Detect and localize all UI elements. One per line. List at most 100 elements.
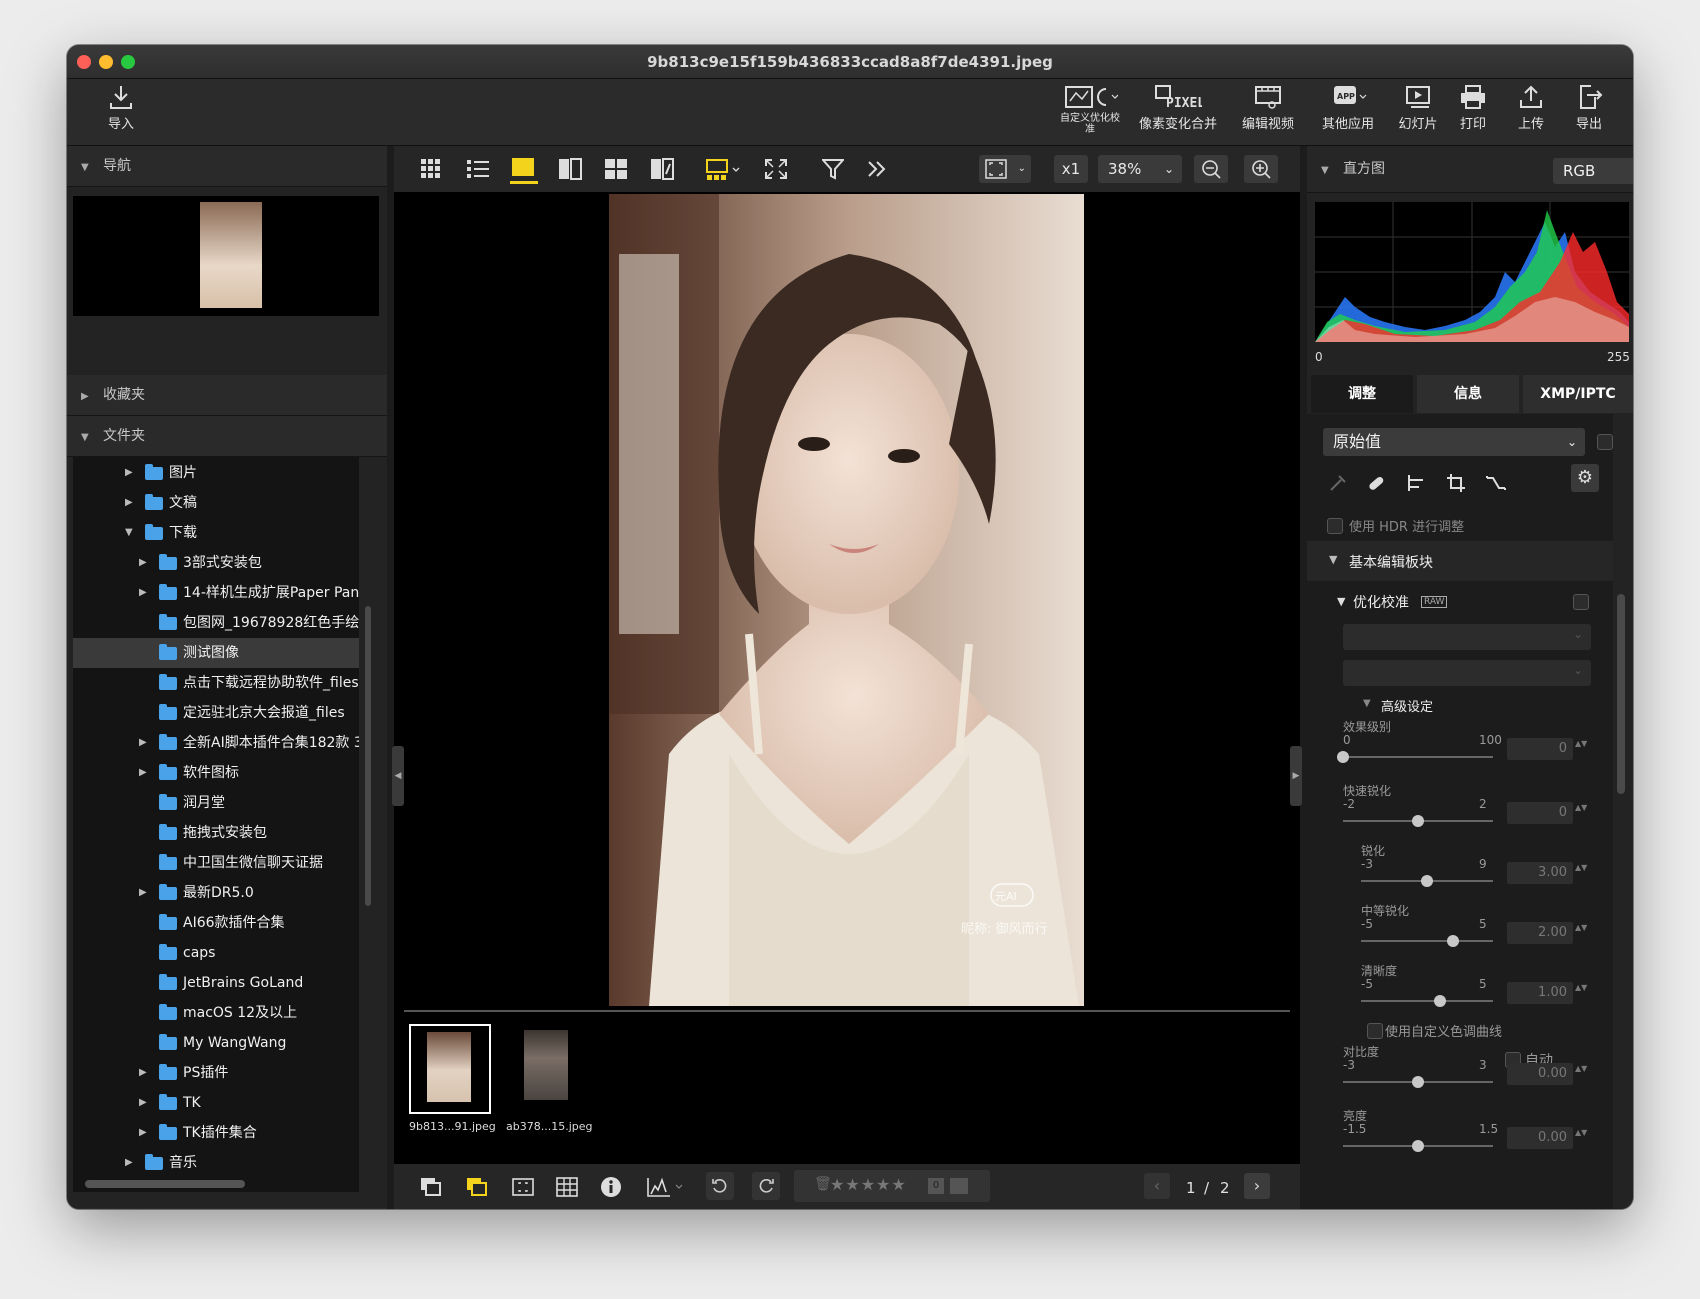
before-after-view-icon[interactable] — [650, 158, 674, 180]
albums-header[interactable]: ▶相册 + — [67, 1208, 387, 1209]
other-apps-button[interactable]: APP 其他应用 — [1315, 83, 1381, 132]
expand-arrow-icon[interactable]: ▶ — [125, 458, 133, 488]
folder-item[interactable]: ▶ 全新AI脚本插件合集182款 3 — [73, 728, 359, 758]
stepper-arrows-icon[interactable]: ▲▼ — [1575, 738, 1587, 760]
film-thumb-2[interactable] — [506, 1024, 584, 1110]
stack-selected-icon[interactable] — [466, 1177, 488, 1197]
film-thumb-1[interactable] — [409, 1024, 491, 1114]
folder-item[interactable]: ▶ TK插件集合 — [73, 1118, 359, 1148]
folder-item[interactable]: macOS 12及以上 — [73, 998, 359, 1028]
settings-gear-icon[interactable]: ⚙ — [1571, 464, 1599, 492]
print-button[interactable]: 打印 — [1453, 83, 1493, 132]
stepper-arrows-icon[interactable]: ▲▼ — [1575, 922, 1587, 944]
crop-icon[interactable] — [1445, 472, 1467, 494]
tab-info[interactable]: 信息 — [1417, 375, 1519, 413]
expand-arrow-icon[interactable]: ▶ — [125, 1148, 133, 1178]
info-icon[interactable] — [600, 1176, 622, 1198]
folder-item[interactable]: 测试图像 — [73, 638, 359, 668]
navigation-preview[interactable] — [73, 196, 379, 316]
folder-item[interactable]: 包图网_19678928红色手绘Ε — [73, 608, 359, 638]
zoom-level-dropdown[interactable]: 38% ⌄ — [1098, 155, 1182, 183]
slider-knob[interactable] — [1412, 1140, 1424, 1152]
slider-value-field[interactable]: 0 — [1507, 802, 1573, 824]
rotate-right-button[interactable] — [752, 1172, 780, 1200]
hdr-checkbox[interactable] — [1327, 518, 1343, 534]
label-icon[interactable]: 0 — [928, 1178, 944, 1194]
folder-item[interactable]: 润月堂 — [73, 788, 359, 818]
folder-scrollbar[interactable] — [365, 606, 371, 906]
picture-control-dropdown-2[interactable]: ⌄ — [1343, 660, 1591, 686]
slideshow-button[interactable]: 幻灯片 — [1393, 83, 1443, 132]
folder-item[interactable]: ▶ 图片 — [73, 458, 359, 488]
expand-arrow-icon[interactable]: ▶ — [139, 1058, 147, 1088]
color-picker-icon[interactable] — [1327, 472, 1349, 494]
slider-track[interactable] — [1343, 756, 1493, 758]
prev-image-button[interactable]: ‹ — [1144, 1173, 1170, 1199]
pixel-shift-button[interactable]: PIXEL 像素变化合并 — [1135, 83, 1221, 132]
protect-icon[interactable] — [950, 1178, 968, 1194]
expand-arrow-icon[interactable]: ▶ — [139, 548, 147, 578]
preset-checkbox[interactable] — [1597, 434, 1613, 450]
slider-knob[interactable] — [1421, 875, 1433, 887]
folder-item[interactable]: ▶ 音乐 — [73, 1148, 359, 1178]
folder-item[interactable]: 定远驻北京大会报道_files — [73, 698, 359, 728]
folder-item[interactable]: ▶ TK — [73, 1088, 359, 1118]
slider-knob[interactable] — [1412, 815, 1424, 827]
stepper-arrows-icon[interactable]: ▲▼ — [1575, 802, 1587, 824]
upload-button[interactable]: 上传 — [1511, 83, 1551, 132]
straighten-icon[interactable] — [1405, 472, 1427, 494]
folder-item[interactable]: ▶ 14-样机生成扩展Paper Pane — [73, 578, 359, 608]
expand-arrow-icon[interactable]: ▶ — [139, 1088, 147, 1118]
add-album-icon[interactable]: + — [358, 1208, 373, 1209]
channel-dropdown[interactable]: RGB ⌄ — [1553, 158, 1633, 184]
rotate-left-button[interactable] — [706, 1172, 734, 1200]
slider-value-field[interactable]: 0.00 — [1507, 1127, 1573, 1149]
more-chevrons-icon[interactable] — [866, 158, 888, 180]
stepper-arrows-icon[interactable]: ▲▼ — [1575, 1127, 1587, 1149]
adjust-scrollbar[interactable] — [1617, 594, 1625, 794]
stack-icon[interactable] — [420, 1177, 442, 1197]
expand-arrow-icon[interactable]: ▶ — [125, 488, 133, 518]
single-image-view-icon[interactable] — [510, 156, 538, 186]
folder-tree[interactable]: ▶ 图片 ▶ 文稿 ▼ 下载 ▶ 3部式安装包 ▶ 14-样机生成扩展Paper Pane 包图网_… — [73, 456, 359, 1192]
stepper-arrows-icon[interactable]: ▲▼ — [1575, 982, 1587, 1004]
tab-xmp-iptc[interactable]: XMP/IPTC — [1523, 375, 1633, 413]
slider-track[interactable] — [1361, 940, 1493, 942]
compare-4-view-icon[interactable] — [604, 158, 628, 180]
picture-control-dropdown-1[interactable]: ⌄ — [1343, 624, 1591, 650]
retouch-brush-icon[interactable] — [1365, 472, 1387, 494]
expand-arrow-icon[interactable]: ▶ — [139, 878, 147, 908]
zoom-100-button[interactable]: x1 — [1054, 155, 1088, 183]
preset-dropdown[interactable]: 原始值 ⌄ — [1323, 428, 1585, 456]
folder-item[interactable]: 中卫国生微信聊天证据 — [73, 848, 359, 878]
navigation-header[interactable]: ▼ 导航 — [67, 146, 387, 187]
list-view-icon[interactable] — [466, 158, 490, 180]
folder-item[interactable]: ▶ 最新DR5.0 — [73, 878, 359, 908]
compare-2-view-icon[interactable] — [558, 158, 582, 180]
expand-arrow-icon[interactable]: ▶ — [139, 1118, 147, 1148]
folder-horizontal-scrollbar[interactable] — [85, 1180, 245, 1188]
slider-value-field[interactable]: 0.00 — [1507, 1063, 1573, 1085]
main-photo[interactable]: 元AI 昵称: 御风而行 — [609, 194, 1084, 1006]
filmstrip-view-icon[interactable] — [706, 158, 742, 182]
zoom-out-button[interactable] — [1194, 155, 1228, 183]
folder-item[interactable]: JetBrains GoLand — [73, 968, 359, 998]
slider-value-field[interactable]: 2.00 — [1507, 922, 1573, 944]
folder-item[interactable]: ▶ 文稿 — [73, 488, 359, 518]
fullscreen-icon[interactable] — [764, 158, 788, 180]
filter-icon[interactable] — [822, 158, 844, 180]
export-button[interactable]: 导出 — [1569, 83, 1609, 132]
slider-knob[interactable] — [1412, 1076, 1424, 1088]
stepper-arrows-icon[interactable]: ▲▼ — [1575, 1063, 1587, 1085]
left-panel-toggle[interactable]: ◀ — [392, 746, 404, 806]
import-button[interactable]: 导入 — [107, 83, 135, 132]
grid-overlay-icon[interactable] — [556, 1177, 578, 1197]
picture-control-button[interactable]: 自定义优化校准 — [1057, 83, 1123, 135]
slider-knob[interactable] — [1337, 751, 1349, 763]
slider-value-field[interactable]: 1.00 — [1507, 982, 1573, 1004]
picture-control-checkbox[interactable] — [1573, 594, 1589, 610]
histogram-overlay-icon[interactable] — [646, 1176, 686, 1198]
slider-value-field[interactable]: 3.00 — [1507, 862, 1573, 884]
collapse-arrow-icon[interactable]: ▼ — [125, 518, 133, 548]
custom-curve-checkbox[interactable] — [1367, 1023, 1383, 1039]
